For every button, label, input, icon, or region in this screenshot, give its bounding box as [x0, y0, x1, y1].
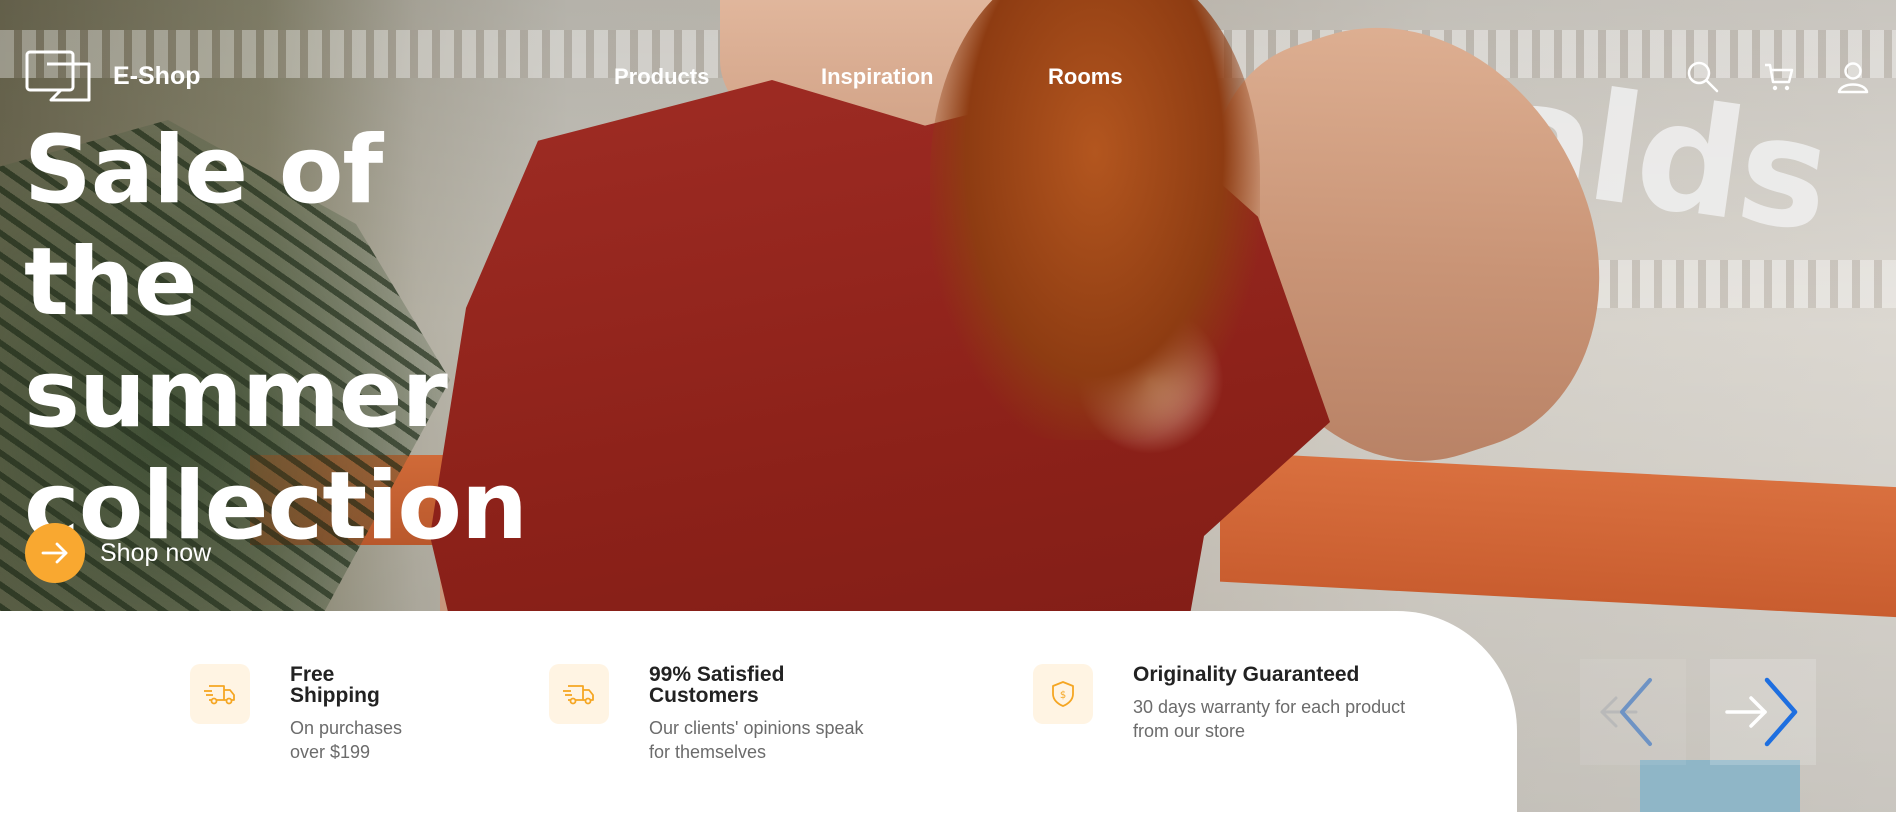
background-teal-block [1640, 760, 1800, 812]
shop-now-button[interactable]: Shop now [25, 523, 211, 583]
feature-title-line: 99% Satisfied [649, 663, 785, 686]
feature-text: 99% Satisfied Customers Our clients' opi… [649, 664, 864, 764]
truck-icon [549, 664, 609, 724]
cart-icon[interactable] [1762, 60, 1796, 94]
feature-desc-line: Our clients' opinions speak [649, 718, 864, 738]
shield-dollar-icon: $ [1033, 664, 1093, 724]
features-panel: Free Shipping On purchases over $199 99%… [0, 611, 1517, 837]
feature-desc-line: 30 days warranty for each product [1133, 697, 1406, 717]
carousel-next-button[interactable] [1710, 659, 1816, 765]
arrow-left-icon [1600, 678, 1652, 746]
user-icon[interactable] [1836, 60, 1870, 94]
feature-desc-line: On purchases [290, 718, 403, 738]
svg-text:$: $ [1060, 690, 1066, 701]
feature-title: Originality Guaranteed [1133, 664, 1405, 685]
hero-headline-line: Sale of the [24, 116, 383, 337]
arrow-right-icon [25, 523, 85, 583]
search-icon[interactable] [1686, 60, 1720, 94]
hero-headline: Sale of the summer collection [24, 115, 584, 563]
truck-icon [190, 664, 250, 724]
feature-description: On purchases over $199 [290, 716, 402, 764]
feature-originality-guaranteed: $ Originality Guaranteed 30 days warrant… [1033, 664, 1405, 743]
feature-title-line: Shipping [290, 684, 380, 707]
arrow-right-icon [1725, 677, 1798, 747]
feature-text: Originality Guaranteed 30 days warranty … [1133, 664, 1405, 743]
feature-title-line: Originality Guaranteed [1133, 663, 1360, 686]
feature-title: 99% Satisfied Customers [649, 664, 864, 706]
feature-text: Free Shipping On purchases over $199 [290, 664, 402, 764]
feature-desc-line: from our store [1133, 721, 1246, 741]
carousel-prev-button[interactable] [1580, 659, 1686, 765]
feature-desc-line: over $199 [290, 742, 371, 762]
feature-satisfied-customers: 99% Satisfied Customers Our clients' opi… [549, 664, 864, 764]
feature-description: Our clients' opinions speak for themselv… [649, 716, 864, 764]
shop-now-label: Shop now [100, 538, 212, 567]
background-orange-band [1220, 451, 1896, 619]
feature-free-shipping: Free Shipping On purchases over $199 [190, 664, 402, 764]
hero-headline-line: summer [24, 340, 448, 449]
feature-title-line: Customers [649, 684, 759, 707]
feature-description: 30 days warranty for each product from o… [1133, 695, 1405, 743]
feature-title: Free Shipping [290, 664, 402, 706]
feature-desc-line: for themselves [649, 742, 767, 762]
feature-title-line: Free [290, 663, 335, 686]
header-actions [0, 60, 1896, 100]
